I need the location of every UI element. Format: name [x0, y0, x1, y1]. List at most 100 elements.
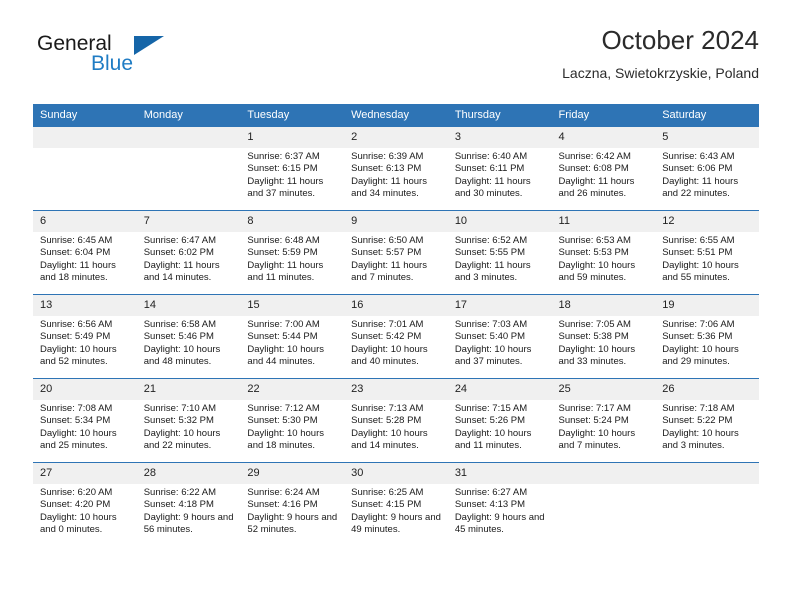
calendar-day-cell[interactable]: 22 Sunrise: 7:12 AM Sunset: 5:30 PM Dayligh…: [240, 378, 345, 463]
sunset-text: Sunset: 5:55 PM: [454, 247, 526, 259]
calendar-day-cell[interactable]: 10 Sunrise: 6:52 AM Sunset: 5:55 PM Dayligh…: [447, 210, 552, 295]
sunset-text: Sunset: 6:15 PM: [247, 163, 318, 175]
day-details: Sunrise: 7:00 AM Sunset: 5:44 PM Daylight:…: [240, 316, 344, 368]
weekday-header-sunday: Sunday: [33, 104, 137, 127]
calendar-day-cell[interactable]: 23 Sunrise: 7:13 AM Sunset: 5:28 PM Dayligh…: [344, 378, 448, 463]
calendar-day-cell[interactable]: 5 Sunrise: 6:43 AM Sunset: 6:06 PM Daylight…: [655, 127, 759, 211]
daylight-text: Daylight: 10 hours and 37 minutes.: [454, 343, 532, 367]
day-details: Sunrise: 6:47 AM Sunset: 6:02 PM Daylight:…: [137, 232, 241, 284]
day-details: Sunrise: 7:06 AM Sunset: 5:36 PM Daylight:…: [655, 316, 759, 368]
sunset-text: Sunset: 4:18 PM: [143, 499, 214, 511]
day-number: 30: [344, 463, 448, 484]
sunset-text: Sunset: 5:49 PM: [40, 331, 111, 343]
day-number: 22: [240, 379, 345, 400]
calendar-day-cell[interactable]: 25 Sunrise: 7:17 AM Sunset: 5:24 PM Dayligh…: [551, 378, 656, 463]
daylight-text: Daylight: 11 hours and 34 minutes.: [351, 175, 427, 199]
day-number: [655, 463, 759, 484]
daylight-text: Daylight: 11 hours and 37 minutes.: [247, 175, 324, 199]
calendar-day-cell[interactable]: 18 Sunrise: 7:05 AM Sunset: 5:38 PM Dayligh…: [551, 294, 656, 379]
day-details: Sunrise: 6:48 AM Sunset: 5:59 PM Daylight:…: [240, 232, 344, 284]
calendar-day-cell[interactable]: 17 Sunrise: 7:03 AM Sunset: 5:40 PM Dayligh…: [447, 294, 552, 379]
day-number: 26: [655, 379, 759, 400]
calendar-day-cell[interactable]: 14 Sunrise: 6:58 AM Sunset: 5:46 PM Dayligh…: [136, 294, 241, 379]
sunrise-text: Sunrise: 6:25 AM: [351, 487, 424, 498]
calendar-day-cell[interactable]: 12 Sunrise: 6:55 AM Sunset: 5:51 PM Dayligh…: [655, 210, 759, 295]
day-details: Sunrise: 7:01 AM Sunset: 5:42 PM Daylight:…: [344, 316, 448, 368]
sunrise-text: Sunrise: 6:39 AM: [351, 151, 424, 162]
calendar-day-cell[interactable]: 20 Sunrise: 7:08 AM Sunset: 5:34 PM Dayligh…: [33, 378, 137, 463]
calendar-week-row: 20 Sunrise: 7:08 AM Sunset: 5:34 PM Dayligh…: [33, 378, 759, 463]
sunset-text: Sunset: 5:30 PM: [247, 415, 318, 427]
day-details: Sunrise: 7:12 AM Sunset: 5:30 PM Daylight:…: [240, 400, 344, 452]
day-number: 27: [33, 463, 137, 484]
day-details: Sunrise: 6:39 AM Sunset: 6:13 PM Daylight:…: [344, 148, 448, 200]
sunrise-text: Sunrise: 7:03 AM: [454, 319, 528, 330]
daylight-text: Daylight: 10 hours and 29 minutes.: [662, 343, 739, 367]
calendar-week-row: 13 Sunrise: 6:56 AM Sunset: 5:49 PM Dayligh…: [33, 294, 759, 379]
calendar-day-cell[interactable]: 15 Sunrise: 7:00 AM Sunset: 5:44 PM Dayligh…: [240, 294, 345, 379]
sunrise-text: Sunrise: 7:10 AM: [143, 403, 217, 414]
daylight-text: Daylight: 11 hours and 3 minutes.: [454, 259, 531, 283]
calendar-day-cell[interactable]: 1 Sunrise: 6:37 AM Sunset: 6:15 PM Daylight…: [240, 127, 345, 211]
day-number: 19: [655, 295, 759, 316]
calendar-day-cell[interactable]: 26 Sunrise: 7:18 AM Sunset: 5:22 PM Dayligh…: [655, 378, 759, 463]
day-number: 11: [551, 211, 656, 232]
calendar-day-cell[interactable]: 21 Sunrise: 7:10 AM Sunset: 5:32 PM Dayligh…: [136, 378, 241, 463]
day-details: Sunrise: 7:15 AM Sunset: 5:26 PM Daylight:…: [448, 400, 552, 452]
day-number: 4: [551, 127, 656, 148]
sunrise-text: Sunrise: 6:45 AM: [40, 235, 113, 246]
day-details: Sunrise: 7:08 AM Sunset: 5:34 PM Daylight:…: [33, 400, 137, 452]
logo-text-blue: Blue: [91, 52, 134, 75]
sunset-text: Sunset: 5:36 PM: [662, 331, 733, 343]
sunset-text: Sunset: 6:08 PM: [558, 163, 629, 175]
sunrise-text: Sunrise: 7:05 AM: [558, 319, 631, 330]
sunrise-text: Sunrise: 6:40 AM: [454, 151, 528, 162]
calendar-week-row: 1 Sunrise: 6:37 AM Sunset: 6:15 PM Daylight…: [33, 127, 759, 211]
day-details: Sunrise: 6:42 AM Sunset: 6:08 PM Daylight:…: [552, 148, 656, 200]
calendar-day-cell[interactable]: 28 Sunrise: 6:22 AM Sunset: 4:18 PM Dayligh…: [136, 462, 241, 546]
calendar-day-cell[interactable]: 30 Sunrise: 6:25 AM Sunset: 4:15 PM Dayligh…: [344, 462, 448, 546]
calendar-day-cell[interactable]: 6 Sunrise: 6:45 AM Sunset: 6:04 PM Daylight…: [33, 210, 137, 295]
day-number: 10: [447, 211, 552, 232]
day-details: Sunrise: 6:58 AM Sunset: 5:46 PM Daylight:…: [137, 316, 241, 368]
daylight-text: Daylight: 11 hours and 14 minutes.: [143, 259, 220, 283]
calendar-day-cell[interactable]: 13 Sunrise: 6:56 AM Sunset: 5:49 PM Dayligh…: [33, 294, 137, 379]
title-block: October 2024 Laczna, Swietokrzyskie, Pol…: [562, 24, 759, 83]
daylight-text: Daylight: 10 hours and 48 minutes.: [143, 343, 221, 367]
sunset-text: Sunset: 5:28 PM: [351, 415, 422, 427]
weekday-header-wednesday: Wednesday: [344, 104, 448, 127]
calendar-day-cell[interactable]: 3 Sunrise: 6:40 AM Sunset: 6:11 PM Daylight…: [447, 127, 552, 211]
sunrise-text: Sunrise: 6:42 AM: [558, 151, 631, 162]
sunrise-text: Sunrise: 6:47 AM: [143, 235, 217, 246]
calendar-day-cell[interactable]: 8 Sunrise: 6:48 AM Sunset: 5:59 PM Daylight…: [240, 210, 345, 295]
calendar-day-cell[interactable]: 4 Sunrise: 6:42 AM Sunset: 6:08 PM Daylight…: [551, 127, 656, 211]
calendar-page: General Blue October 2024 Laczna, Swieto…: [0, 0, 792, 612]
calendar-day-cell[interactable]: 7 Sunrise: 6:47 AM Sunset: 6:02 PM Daylight…: [136, 210, 241, 295]
general-blue-logo[interactable]: General Blue: [33, 32, 233, 88]
daylight-text: Daylight: 10 hours and 33 minutes.: [558, 343, 636, 367]
day-number: [33, 127, 137, 148]
calendar-day-cell[interactable]: 31 Sunrise: 6:27 AM Sunset: 4:13 PM Dayligh…: [447, 462, 552, 546]
calendar-day-cell[interactable]: 29 Sunrise: 6:24 AM Sunset: 4:16 PM Dayligh…: [240, 462, 345, 546]
triangle-flag-icon: [134, 36, 164, 55]
sunset-text: Sunset: 5:51 PM: [662, 247, 733, 259]
day-details: Sunrise: 6:20 AM Sunset: 4:20 PM Daylight:…: [33, 484, 137, 536]
sunrise-text: Sunrise: 7:00 AM: [247, 319, 320, 330]
day-number: 13: [33, 295, 137, 316]
calendar-day-cell[interactable]: 19 Sunrise: 7:06 AM Sunset: 5:36 PM Dayligh…: [655, 294, 759, 379]
day-details: Sunrise: 7:13 AM Sunset: 5:28 PM Daylight:…: [344, 400, 448, 452]
daylight-text: Daylight: 11 hours and 7 minutes.: [351, 259, 427, 283]
daylight-text: Daylight: 10 hours and 59 minutes.: [558, 259, 636, 283]
sunset-text: Sunset: 4:13 PM: [454, 499, 526, 511]
calendar-day-cell[interactable]: 24 Sunrise: 7:15 AM Sunset: 5:26 PM Dayligh…: [447, 378, 552, 463]
calendar-day-cell[interactable]: 11 Sunrise: 6:53 AM Sunset: 5:53 PM Dayligh…: [551, 210, 656, 295]
calendar-day-cell[interactable]: 2 Sunrise: 6:39 AM Sunset: 6:13 PM Daylight…: [344, 127, 448, 211]
daylight-text: Daylight: 10 hours and 55 minutes.: [662, 259, 739, 283]
weekday-header-friday: Friday: [551, 104, 656, 127]
day-number: 16: [344, 295, 448, 316]
calendar-day-cell[interactable]: 27 Sunrise: 6:20 AM Sunset: 4:20 PM Dayligh…: [33, 462, 137, 546]
sunrise-text: Sunrise: 6:43 AM: [662, 151, 735, 162]
weekday-header-monday: Monday: [136, 104, 241, 127]
calendar-day-cell[interactable]: 16 Sunrise: 7:01 AM Sunset: 5:42 PM Dayligh…: [344, 294, 448, 379]
calendar-day-cell[interactable]: 9 Sunrise: 6:50 AM Sunset: 5:57 PM Daylight…: [344, 210, 448, 295]
